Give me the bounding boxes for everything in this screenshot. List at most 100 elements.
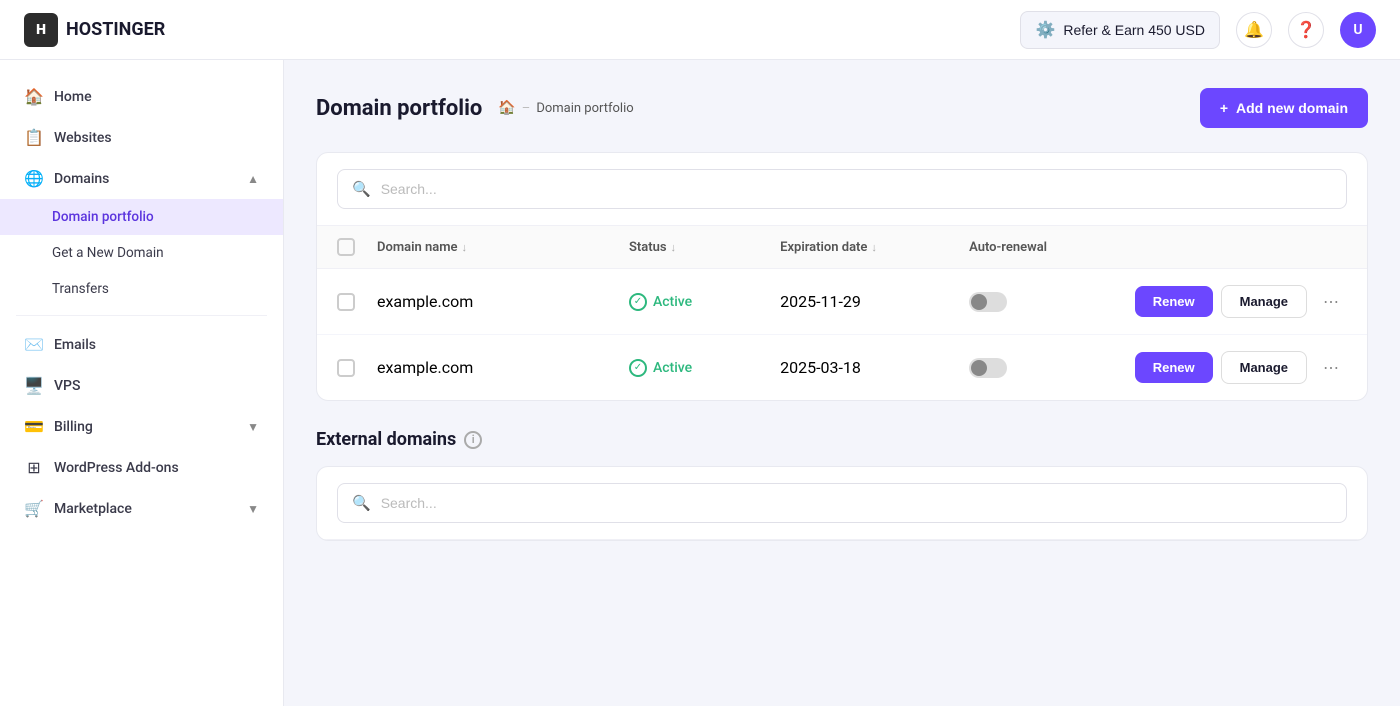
main-content: Domain portfolio 🏠 – Domain portfolio + …	[284, 60, 1400, 706]
sidebar-label-wordpress-addons: WordPress Add-ons	[54, 460, 179, 476]
search-input[interactable]	[381, 181, 1332, 197]
sort-status-icon[interactable]: ↓	[671, 241, 677, 254]
notifications-button[interactable]: 🔔	[1236, 12, 1272, 48]
logo[interactable]: H HOSTINGER	[24, 13, 165, 47]
sidebar-item-wordpress-addons[interactable]: ⊞ WordPress Add-ons	[0, 447, 283, 488]
row1-expiry: 2025-11-29	[780, 292, 969, 311]
sidebar-item-home[interactable]: 🏠 Home	[0, 76, 283, 117]
external-domains-label: External domains	[316, 429, 456, 450]
user-avatar-button[interactable]: U	[1340, 12, 1376, 48]
external-search-icon: 🔍	[352, 494, 371, 512]
row2-domain-name: example.com	[377, 358, 629, 377]
th-auto-renewal-label: Auto-renewal	[969, 240, 1047, 255]
row1-status-badge: ✓ Active	[629, 293, 780, 311]
help-button[interactable]: ❓	[1288, 12, 1324, 48]
external-domains-section: External domains i 🔍	[316, 429, 1368, 541]
breadcrumb: 🏠 – Domain portfolio	[498, 100, 633, 116]
plus-icon: +	[1220, 100, 1228, 116]
chevron-down-billing-icon: ▼	[247, 420, 259, 434]
sort-expiration-icon[interactable]: ↓	[871, 241, 877, 254]
row2-expiry-value: 2025-03-18	[780, 358, 861, 377]
sidebar-item-domains[interactable]: 🌐 Domains ▲	[0, 158, 283, 199]
sidebar-item-websites[interactable]: 📋 Websites	[0, 117, 283, 158]
row2-domain-value: example.com	[377, 358, 473, 377]
sidebar-divider-1	[16, 315, 267, 316]
row1-actions: Renew Manage ⋯	[1120, 285, 1347, 318]
logo-text: HOSTINGER	[66, 19, 165, 40]
external-domains-card: 🔍	[316, 466, 1368, 541]
layout: 🏠 Home 📋 Websites 🌐 Domains ▲ Domain por…	[0, 60, 1400, 706]
row2-renew-button[interactable]: Renew	[1135, 352, 1213, 383]
external-domains-info-icon[interactable]: i	[464, 431, 482, 449]
sidebar-label-vps: VPS	[54, 378, 80, 394]
row1-expiry-value: 2025-11-29	[780, 292, 861, 311]
th-domain-name-label: Domain name	[377, 240, 458, 255]
breadcrumb-home-icon: 🏠	[498, 100, 515, 116]
external-search-bar: 🔍	[317, 467, 1367, 540]
refer-earn-label: Refer & Earn 450 USD	[1063, 22, 1205, 38]
sidebar-label-domain-portfolio: Domain portfolio	[52, 209, 154, 225]
page-header-left: Domain portfolio 🏠 – Domain portfolio	[316, 96, 634, 121]
billing-icon: 💳	[24, 417, 44, 436]
row2-status-label: Active	[653, 360, 692, 376]
chevron-down-marketplace-icon: ▼	[247, 502, 259, 516]
table-row: example.com ✓ Active 2025-11-29	[317, 269, 1367, 335]
select-all-checkbox[interactable]	[337, 238, 355, 256]
row2-more-button[interactable]: ⋯	[1315, 352, 1347, 384]
sidebar-item-transfers[interactable]: Transfers	[0, 271, 283, 307]
refer-earn-button[interactable]: ⚙️ Refer & Earn 450 USD	[1020, 11, 1220, 49]
header-check-col	[337, 238, 377, 256]
row2-status-check-icon: ✓	[629, 359, 647, 377]
bell-icon: 🔔	[1244, 20, 1264, 39]
row1-toggle-knob	[971, 294, 987, 310]
sidebar-item-domain-portfolio[interactable]: Domain portfolio	[0, 199, 283, 235]
table-header: Domain name ↓ Status ↓ Expiration date ↓…	[317, 226, 1367, 269]
sidebar: 🏠 Home 📋 Websites 🌐 Domains ▲ Domain por…	[0, 60, 284, 706]
row2-actions: Renew Manage ⋯	[1120, 351, 1347, 384]
websites-icon: 📋	[24, 128, 44, 147]
sidebar-label-emails: Emails	[54, 337, 96, 353]
row1-domain-value: example.com	[377, 292, 473, 311]
vps-icon: 🖥️	[24, 376, 44, 395]
add-domain-label: Add new domain	[1236, 100, 1348, 116]
row1-more-button[interactable]: ⋯	[1315, 286, 1347, 318]
logo-icon: H	[24, 13, 58, 47]
external-search-input[interactable]	[381, 495, 1332, 511]
row1-manage-button[interactable]: Manage	[1221, 285, 1307, 318]
sort-domain-name-icon[interactable]: ↓	[462, 241, 468, 254]
sidebar-label-home: Home	[54, 89, 92, 105]
th-status-label: Status	[629, 240, 667, 255]
sidebar-label-get-new-domain: Get a New Domain	[52, 245, 164, 261]
row1-check-col	[337, 293, 377, 311]
navbar: H HOSTINGER ⚙️ Refer & Earn 450 USD 🔔 ❓ …	[0, 0, 1400, 60]
row1-checkbox[interactable]	[337, 293, 355, 311]
sidebar-item-marketplace[interactable]: 🛒 Marketplace ▼	[0, 488, 283, 529]
sidebar-item-get-new-domain[interactable]: Get a New Domain	[0, 235, 283, 271]
page-title: Domain portfolio	[316, 96, 482, 121]
add-new-domain-button[interactable]: + Add new domain	[1200, 88, 1368, 128]
row2-renewal-toggle[interactable]	[969, 358, 1007, 378]
sidebar-label-marketplace: Marketplace	[54, 501, 132, 517]
row1-renew-button[interactable]: Renew	[1135, 286, 1213, 317]
row2-expiry: 2025-03-18	[780, 358, 969, 377]
sidebar-label-billing: Billing	[54, 419, 93, 435]
wordpress-icon: ⊞	[24, 458, 44, 477]
sidebar-label-transfers: Transfers	[52, 281, 109, 297]
row1-renewal-toggle[interactable]	[969, 292, 1007, 312]
sidebar-item-emails[interactable]: ✉️ Emails	[0, 324, 283, 365]
question-icon: ❓	[1296, 20, 1316, 39]
row2-checkbox[interactable]	[337, 359, 355, 377]
row1-domain-name: example.com	[377, 292, 629, 311]
sidebar-item-billing[interactable]: 💳 Billing ▼	[0, 406, 283, 447]
th-expiration: Expiration date ↓	[780, 240, 969, 255]
sidebar-item-vps[interactable]: 🖥️ VPS	[0, 365, 283, 406]
row2-toggle-knob	[971, 360, 987, 376]
page-header: Domain portfolio 🏠 – Domain portfolio + …	[316, 88, 1368, 128]
avatar-initial: U	[1353, 22, 1362, 38]
domains-search-bar: 🔍	[317, 153, 1367, 226]
th-expiration-label: Expiration date	[780, 240, 867, 255]
row2-manage-button[interactable]: Manage	[1221, 351, 1307, 384]
gear-icon: ⚙️	[1035, 20, 1055, 40]
marketplace-icon: 🛒	[24, 499, 44, 518]
row2-status: ✓ Active	[629, 359, 780, 377]
